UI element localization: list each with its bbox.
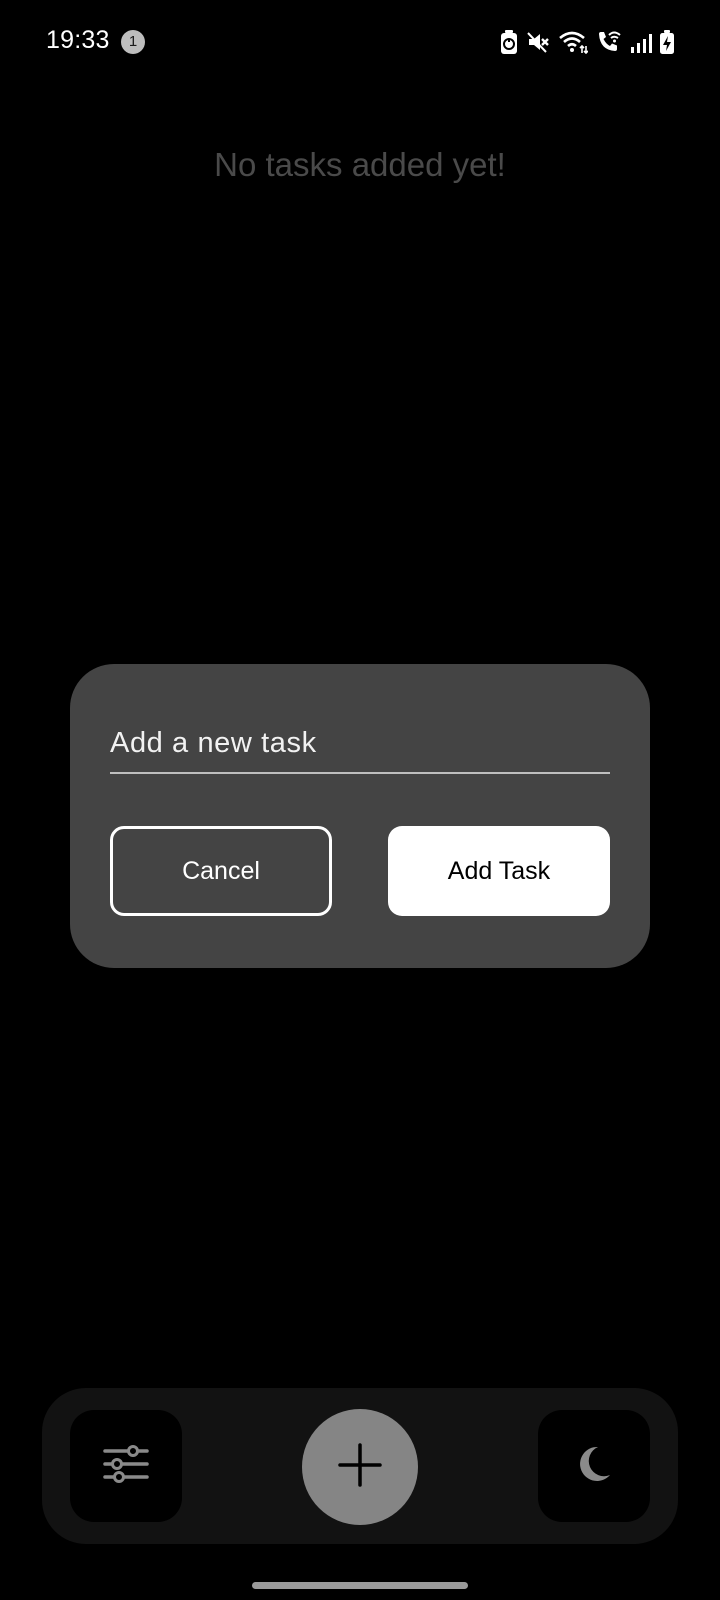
- filter-sliders-icon: [103, 1444, 149, 1489]
- home-indicator[interactable]: [252, 1582, 468, 1589]
- status-time: 19:33: [46, 26, 110, 54]
- add-task-fab[interactable]: [302, 1409, 418, 1525]
- empty-state-message: No tasks added yet!: [214, 146, 506, 183]
- battery-charging-icon: [660, 30, 674, 54]
- status-bar: 19:33 1: [0, 0, 720, 84]
- new-task-input[interactable]: [110, 714, 610, 774]
- wifi-icon: [558, 30, 588, 54]
- battery-saver-icon: [500, 30, 518, 54]
- cancel-button[interactable]: Cancel: [110, 826, 332, 916]
- mute-icon: [526, 30, 550, 54]
- notification-count-badge: 1: [121, 30, 145, 54]
- plus-icon: [337, 1442, 383, 1493]
- theme-toggle-button[interactable]: [538, 1410, 650, 1522]
- moon-icon: [576, 1445, 612, 1488]
- filter-button[interactable]: [70, 1410, 182, 1522]
- add-task-dialog: Cancel Add Task: [70, 664, 650, 968]
- add-task-button[interactable]: Add Task: [388, 826, 610, 916]
- signal-icon: [630, 30, 652, 54]
- status-icons: [500, 28, 674, 56]
- wifi-calling-icon: [596, 30, 622, 54]
- bottom-nav-bar: [42, 1388, 678, 1544]
